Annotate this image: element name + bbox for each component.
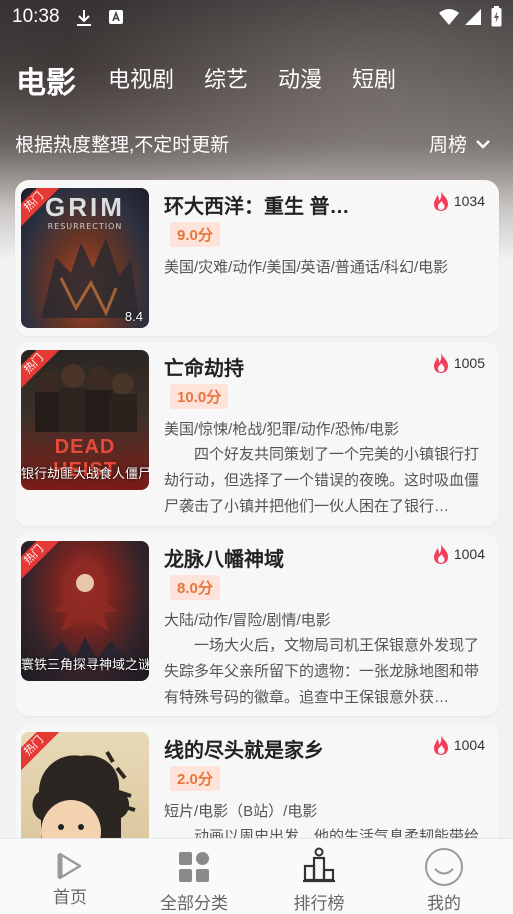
tab-tv-series[interactable]: 电视剧	[108, 62, 174, 94]
item-title: 线的尽头就是家乡	[164, 740, 324, 762]
bottom-navigation: 首页 全部分类 排行榜 我的	[0, 838, 513, 914]
poster-image: 寰铁三角探寻神域之谜 热门	[21, 541, 149, 681]
battery-icon	[491, 6, 502, 31]
download-icon	[76, 9, 92, 31]
text-a-icon	[108, 9, 124, 29]
summary-text: 四个好友共同策划了一个完美的小镇银行打劫行动，但选择了一个错误的夜晚。这时吸血僵…	[164, 446, 480, 515]
poster-caption: 银行劫匪大战食人僵尸	[21, 467, 149, 482]
item-title: 龙脉八幡神域	[164, 549, 284, 571]
podium-icon	[303, 847, 335, 883]
status-time: 10:38	[12, 6, 60, 27]
status-bar: 10:38	[0, 0, 513, 36]
item-summary: 一场大火后，文物局司机王保银意外发现了失踪多年父亲所留下的遗物：一张龙脉地图和带…	[164, 633, 488, 711]
nav-label: 排行榜	[293, 894, 345, 913]
ranking-subheader: 根据热度整理,不定时更新 周榜	[0, 128, 513, 160]
fire-icon	[433, 735, 448, 755]
poster-image: DEAD HEIST 银行劫匪大战食人僵尸 热门	[21, 350, 149, 490]
heat-value: 1034	[453, 193, 485, 209]
nav-label: 我的	[427, 894, 461, 913]
grid-icon	[179, 852, 209, 882]
summary-text: 一场大火后，文物局司机王保银意外发现了失踪多年父亲所留下的遗物：一张龙脉地图和带…	[164, 637, 480, 706]
heat-count: 1005	[432, 352, 485, 374]
tab-anime[interactable]: 动漫	[278, 62, 322, 94]
genre-tags: 美国/灾难/动作/美国/英语/普通话/科幻/电影	[164, 259, 449, 276]
rank-period-select[interactable]: 周榜	[429, 130, 491, 157]
score-badge: 2.0分	[170, 766, 220, 791]
genre-tags: 大陆/动作/冒险/剧情/电影	[164, 612, 331, 629]
heat-count: 1004	[432, 734, 485, 756]
signal-icon	[464, 8, 482, 30]
tab-short-drama[interactable]: 短剧	[352, 62, 396, 94]
poster-score: 8.4	[124, 309, 143, 324]
score-badge: 8.0分	[170, 575, 220, 600]
wifi-icon	[438, 8, 460, 30]
play-icon	[57, 852, 82, 880]
category-tabs: 电影 电视剧 综艺 动漫 短剧	[0, 62, 513, 108]
list-item[interactable]: 热门 线的尽头就是家乡 1004 2.0分 短片/电影（B站）/电影 动画以周史…	[15, 724, 499, 872]
poster-image: GRIM RESURRECTION 热门 8.4	[21, 188, 149, 328]
fire-icon	[433, 191, 448, 211]
list-item[interactable]: GRIM RESURRECTION 热门 8.4 环大西洋：重生 普… 1034…	[15, 180, 499, 336]
nav-all-categories[interactable]: 全部分类	[130, 839, 258, 914]
poster-caption: 寰铁三角探寻神域之谜	[21, 658, 149, 673]
genre-tags: 美国/惊悚/枪战/犯罪/动作/恐怖/电影	[164, 421, 400, 438]
tab-variety[interactable]: 综艺	[204, 62, 248, 94]
chevron-down-icon	[476, 139, 490, 149]
nav-label: 首页	[53, 888, 87, 907]
nav-home[interactable]: 首页	[6, 839, 134, 914]
nav-label: 全部分类	[160, 894, 228, 913]
item-summary: 四个好友共同策划了一个完美的小镇银行打劫行动，但选择了一个错误的夜晚。这时吸血僵…	[164, 442, 488, 520]
ranking-description: 根据热度整理,不定时更新	[15, 135, 230, 156]
score-badge: 9.0分	[170, 222, 220, 247]
list-item[interactable]: DEAD HEIST 银行劫匪大战食人僵尸 热门 亡命劫持 1005 10.0分…	[15, 342, 499, 526]
nav-ranking[interactable]: 排行榜	[255, 839, 383, 914]
tab-movie[interactable]: 电影	[16, 58, 76, 102]
score-badge: 10.0分	[170, 384, 229, 409]
heat-count: 1034	[432, 190, 485, 212]
nav-mine[interactable]: 我的	[380, 839, 508, 914]
heat-count: 1004	[432, 543, 485, 565]
heat-value: 1004	[453, 737, 485, 753]
list-item[interactable]: 寰铁三角探寻神域之谜 热门 龙脉八幡神域 1004 8.0分 大陆/动作/冒险/…	[15, 533, 499, 716]
genre-tags: 短片/电影（B站）/电影	[164, 803, 318, 820]
item-title: 亡命劫持	[164, 358, 244, 380]
fire-icon	[433, 353, 448, 373]
heat-value: 1004	[453, 546, 485, 562]
fire-icon	[433, 544, 448, 564]
heat-value: 1005	[453, 355, 485, 371]
smiley-icon	[425, 848, 463, 886]
poster-subtitle: RESURRECTION	[47, 222, 123, 231]
item-title: 环大西洋：重生 普…	[164, 196, 350, 218]
rank-period-label: 周榜	[428, 135, 467, 156]
